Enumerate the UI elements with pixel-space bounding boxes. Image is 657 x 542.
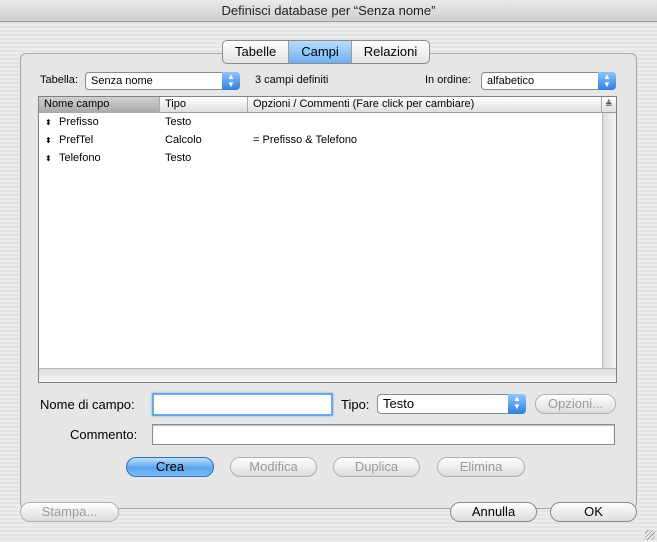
popup-arrows-icon: ▲ ▼: [598, 72, 616, 90]
tab-bar: Tabelle Campi Relazioni: [222, 40, 431, 64]
ok-button[interactable]: OK: [550, 502, 637, 522]
field-count: 3 campi definiti: [255, 74, 329, 86]
modify-button[interactable]: Modifica: [230, 457, 317, 477]
horizontal-scrollbar[interactable]: [39, 368, 616, 382]
reorder-handle-icon[interactable]: ⬍: [45, 150, 52, 167]
table-row[interactable]: ⬍ Prefisso Testo: [39, 114, 602, 132]
field-name-input[interactable]: [152, 393, 333, 416]
window-title: Definisci database per “Senza nome”: [0, 0, 657, 22]
sort-value: alfabetico: [487, 75, 535, 87]
cancel-button[interactable]: Annulla: [450, 502, 537, 522]
type-popup[interactable]: Testo ▲ ▼: [377, 394, 526, 414]
type-label: Tipo:: [341, 397, 370, 412]
table-selector-label: Tabella:: [40, 74, 78, 86]
resize-grip-icon[interactable]: [645, 530, 655, 540]
sort-popup[interactable]: alfabetico ▲ ▼: [481, 72, 616, 90]
table-selector-popup[interactable]: Senza nome ▲ ▼: [85, 72, 240, 90]
field-name-label: Nome di campo:: [40, 397, 135, 412]
field-type: Testo: [165, 116, 192, 128]
comment-label: Commento:: [70, 427, 138, 442]
column-header-name[interactable]: Nome campo: [39, 97, 160, 113]
table-header: Nome campo Tipo Opzioni / Commenti (Fare…: [39, 97, 616, 113]
field-name: PrefTel: [59, 134, 94, 146]
reorder-handle-icon[interactable]: ⬍: [45, 132, 52, 149]
create-button[interactable]: Crea: [126, 457, 214, 477]
table-body: ⬍ Prefisso Testo ⬍ PrefTel Calcolo = Pre…: [39, 114, 602, 168]
table-selector-value: Senza nome: [91, 75, 153, 87]
field-name: Telefono: [59, 152, 101, 164]
table-row[interactable]: ⬍ Telefono Testo: [39, 150, 602, 168]
popup-arrows-icon: ▲ ▼: [222, 72, 240, 90]
vertical-scrollbar[interactable]: [602, 113, 616, 368]
column-header-options[interactable]: Opzioni / Commenti (Fare click per cambi…: [248, 97, 602, 113]
fields-table: Nome campo Tipo Opzioni / Commenti (Fare…: [38, 96, 617, 383]
delete-button[interactable]: Elimina: [437, 457, 525, 477]
field-type: Calcolo: [165, 134, 202, 146]
field-type: Testo: [165, 152, 192, 164]
field-options: = Prefisso & Telefono: [253, 134, 358, 146]
tab-campi[interactable]: Campi: [289, 41, 352, 63]
tab-tabelle[interactable]: Tabelle: [223, 41, 290, 63]
column-header-type[interactable]: Tipo: [160, 97, 248, 113]
popup-arrows-icon: ▲ ▼: [508, 394, 526, 414]
comment-input[interactable]: [152, 424, 615, 445]
print-button[interactable]: Stampa...: [20, 502, 119, 522]
tab-relazioni[interactable]: Relazioni: [352, 41, 429, 63]
dialog-body: Tabelle Campi Relazioni Tabella: Senza n…: [0, 22, 657, 542]
type-value: Testo: [383, 396, 415, 411]
field-name: Prefisso: [59, 116, 99, 128]
table-row[interactable]: ⬍ PrefTel Calcolo = Prefisso & Telefono: [39, 132, 602, 150]
sort-direction-icon[interactable]: ≜: [602, 97, 616, 113]
sort-label: In ordine:: [425, 74, 471, 86]
duplicate-button[interactable]: Duplica: [333, 457, 420, 477]
reorder-handle-icon[interactable]: ⬍: [45, 114, 52, 131]
options-button[interactable]: Opzioni...: [535, 394, 616, 414]
